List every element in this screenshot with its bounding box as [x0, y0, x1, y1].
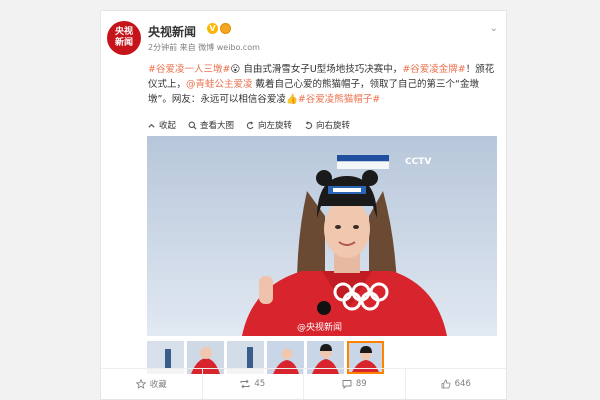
- username[interactable]: 央视新闻: [148, 23, 196, 40]
- magnifier-icon: [188, 121, 197, 130]
- collapse-icon: [148, 123, 155, 128]
- rotate-right-label: 向右旋转: [316, 121, 351, 131]
- view-large-button[interactable]: 查看大图: [188, 118, 234, 132]
- post-text: #谷爱凌一人三墩#😮 自由式滑雪女子U型场地技巧决赛中，#谷爱凌金牌#！颁花仪式…: [148, 62, 498, 107]
- repost-count: 45: [254, 379, 266, 389]
- mention-link[interactable]: @青蛙公主爱凌: [186, 79, 253, 90]
- star-icon: [135, 379, 146, 389]
- post-photo[interactable]: CCTV @央视新闻: [147, 136, 497, 336]
- photo-illustration: CCTV @央视新闻: [147, 136, 497, 336]
- thumbs-up-emoji: 👍: [285, 94, 298, 105]
- comment-button[interactable]: 89: [304, 369, 406, 399]
- cctv-logo: CCTV: [405, 157, 431, 167]
- thumbs-up-icon: [441, 379, 451, 389]
- rotate-left-label: 向左旋转: [258, 121, 293, 131]
- action-bar: 收藏 45 89 646: [101, 368, 506, 399]
- rotate-right-icon: [305, 120, 313, 129]
- favorite-button[interactable]: 收藏: [101, 369, 203, 399]
- image-toolbar: 收起 查看大图 向左旋转 向右旋转: [147, 118, 350, 132]
- emoji: 😮: [230, 64, 241, 75]
- favorite-label: 收藏: [149, 380, 167, 390]
- collapse-button[interactable]: 收起: [147, 118, 176, 132]
- avatar[interactable]: 央视 新闻: [107, 21, 141, 55]
- verified-badge-icon: V: [207, 23, 218, 34]
- comment-count: 89: [355, 379, 367, 389]
- photo-watermark: @央视新闻: [297, 321, 342, 333]
- post-meta: 2分钟前 来自 微博 weibo.com: [148, 42, 260, 53]
- rotate-right-button[interactable]: 向右旋转: [304, 118, 350, 132]
- post-source[interactable]: 微博 weibo.com: [198, 43, 260, 52]
- like-button[interactable]: 646: [406, 369, 507, 399]
- rotate-left-icon: [246, 120, 254, 129]
- rotate-left-button[interactable]: 向左旋转: [246, 118, 292, 132]
- avatar-text-line1: 央视: [114, 27, 133, 37]
- repost-icon: [240, 379, 250, 389]
- view-large-label: 查看大图: [200, 121, 235, 131]
- chevron-down-icon[interactable]: ⌄: [490, 23, 498, 34]
- hashtag-link[interactable]: #谷爱凌熊猫帽子#: [298, 94, 380, 105]
- repost-button[interactable]: 45: [203, 369, 304, 399]
- collapse-label: 收起: [159, 121, 177, 131]
- text-segment: 自由式滑雪女子U型场地技巧决赛中，: [240, 64, 403, 75]
- vip-badge-icon: [220, 23, 231, 34]
- source-label: 来自: [179, 43, 196, 52]
- post-time[interactable]: 2分钟前: [148, 43, 177, 52]
- hashtag-link[interactable]: #谷爱凌一人三墩#: [148, 64, 230, 75]
- weibo-post-card: 央视 新闻 央视新闻 V ⌄ 2分钟前 来自 微博 weibo.com #谷爱凌…: [100, 10, 507, 400]
- avatar-text-line2: 新闻: [114, 38, 133, 48]
- like-count: 646: [454, 379, 471, 389]
- hashtag-link[interactable]: #谷爱凌金牌#: [402, 64, 465, 75]
- comment-icon: [342, 380, 352, 389]
